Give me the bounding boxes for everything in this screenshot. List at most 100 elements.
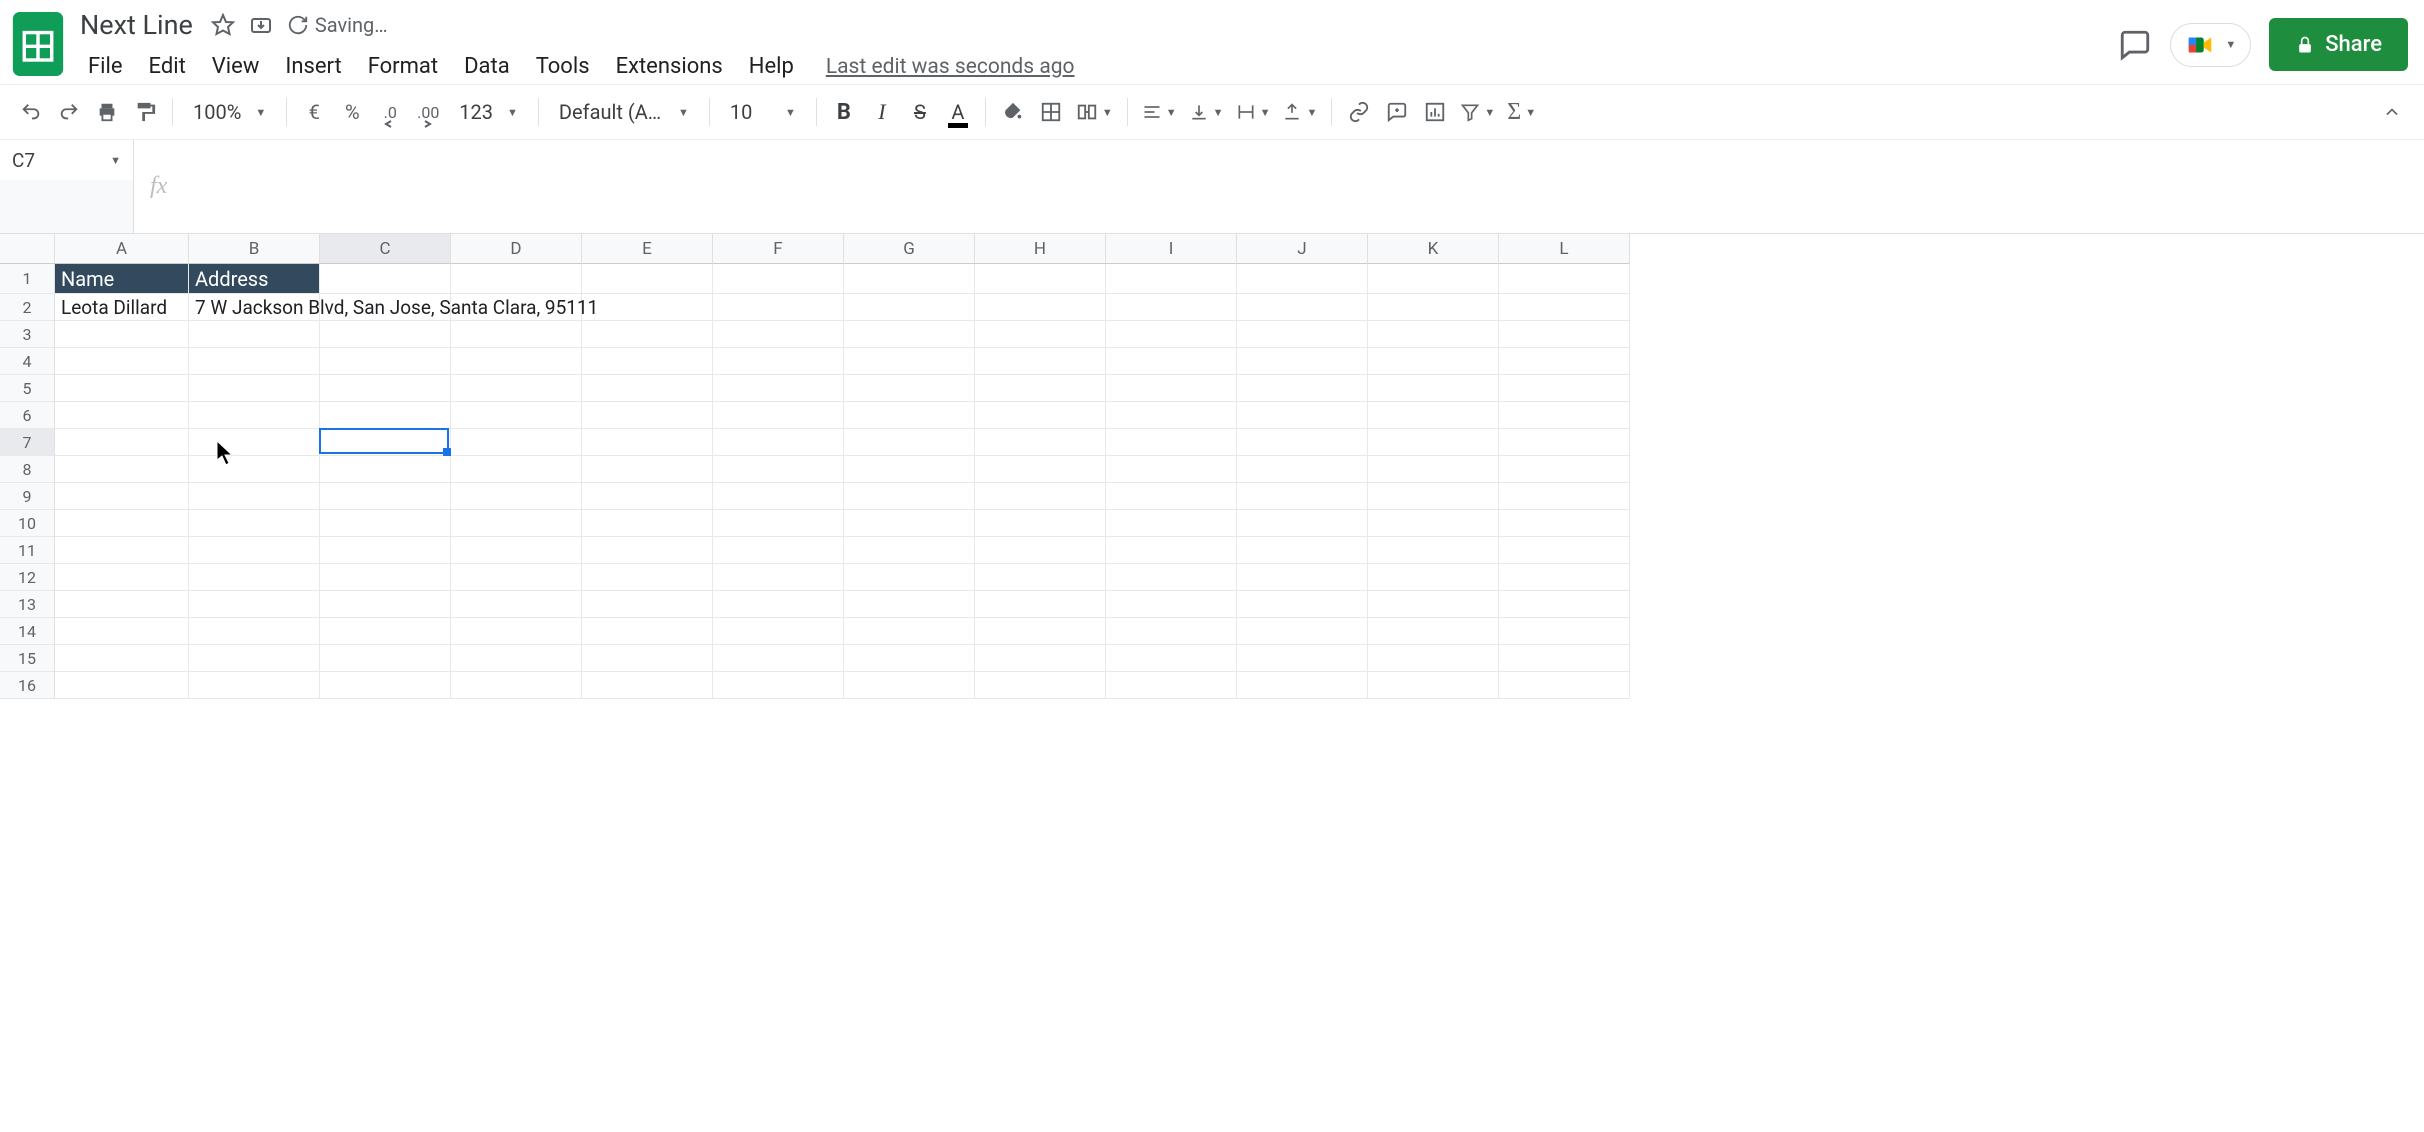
cell-G3[interactable] — [844, 321, 975, 348]
row-head-6[interactable]: 6 — [0, 402, 55, 429]
insert-link-button[interactable] — [1342, 94, 1376, 130]
cell-E15[interactable] — [582, 645, 713, 672]
cell-E6[interactable] — [582, 402, 713, 429]
decrease-decimal-button[interactable]: .0 — [373, 94, 407, 130]
cell-B10[interactable] — [189, 510, 320, 537]
menu-edit[interactable]: Edit — [137, 48, 198, 85]
cell-G10[interactable] — [844, 510, 975, 537]
cell-E3[interactable] — [582, 321, 713, 348]
cell-L10[interactable] — [1499, 510, 1630, 537]
cell-E9[interactable] — [582, 483, 713, 510]
cell-G16[interactable] — [844, 672, 975, 699]
cell-C12[interactable] — [320, 564, 451, 591]
currency-button[interactable]: € — [297, 94, 331, 130]
cell-E12[interactable] — [582, 564, 713, 591]
cell-G7[interactable] — [844, 429, 975, 456]
cell-I1[interactable] — [1106, 264, 1237, 294]
cell-A14[interactable] — [55, 618, 189, 645]
cell-H11[interactable] — [975, 537, 1106, 564]
cell-I5[interactable] — [1106, 375, 1237, 402]
cell-D4[interactable] — [451, 348, 582, 375]
sheets-logo-icon[interactable] — [12, 12, 64, 76]
row-head-2[interactable]: 2 — [0, 294, 55, 321]
cell-L12[interactable] — [1499, 564, 1630, 591]
cell-A8[interactable] — [55, 456, 189, 483]
cell-J3[interactable] — [1237, 321, 1368, 348]
cell-D6[interactable] — [451, 402, 582, 429]
cell-K14[interactable] — [1368, 618, 1499, 645]
cell-C5[interactable] — [320, 375, 451, 402]
cell-E4[interactable] — [582, 348, 713, 375]
menu-view[interactable]: View — [200, 48, 272, 85]
cell-L5[interactable] — [1499, 375, 1630, 402]
cell-C16[interactable] — [320, 672, 451, 699]
cell-J10[interactable] — [1237, 510, 1368, 537]
row-head-5[interactable]: 5 — [0, 375, 55, 402]
cell-E13[interactable] — [582, 591, 713, 618]
cell-C6[interactable] — [320, 402, 451, 429]
cell-F1[interactable] — [713, 264, 844, 294]
cell-G4[interactable] — [844, 348, 975, 375]
cell-L15[interactable] — [1499, 645, 1630, 672]
cell-L16[interactable] — [1499, 672, 1630, 699]
cells-container[interactable]: NameAddressLeota Dillard7 W Jackson Blvd… — [55, 264, 2424, 699]
cell-I8[interactable] — [1106, 456, 1237, 483]
cell-C15[interactable] — [320, 645, 451, 672]
cell-K6[interactable] — [1368, 402, 1499, 429]
cell-C11[interactable] — [320, 537, 451, 564]
cell-D12[interactable] — [451, 564, 582, 591]
cell-F6[interactable] — [713, 402, 844, 429]
cell-B8[interactable] — [189, 456, 320, 483]
select-all-corner[interactable] — [0, 234, 55, 264]
col-head-I[interactable]: I — [1106, 234, 1237, 264]
row-head-10[interactable]: 10 — [0, 510, 55, 537]
share-button[interactable]: Share — [2269, 18, 2408, 71]
cell-A4[interactable] — [55, 348, 189, 375]
cell-C10[interactable] — [320, 510, 451, 537]
move-to-folder-icon[interactable] — [249, 13, 273, 37]
cell-C8[interactable] — [320, 456, 451, 483]
cell-H7[interactable] — [975, 429, 1106, 456]
cell-C2[interactable] — [320, 294, 451, 321]
row-head-13[interactable]: 13 — [0, 591, 55, 618]
cell-K9[interactable] — [1368, 483, 1499, 510]
cell-J6[interactable] — [1237, 402, 1368, 429]
cell-G2[interactable] — [844, 294, 975, 321]
cell-A9[interactable] — [55, 483, 189, 510]
increase-decimal-button[interactable]: .00 — [411, 94, 445, 130]
cell-C1[interactable] — [320, 264, 451, 294]
text-color-button[interactable]: A — [941, 94, 975, 130]
cell-J13[interactable] — [1237, 591, 1368, 618]
collapse-toolbar-button[interactable] — [2374, 102, 2410, 122]
cell-E7[interactable] — [582, 429, 713, 456]
cell-K4[interactable] — [1368, 348, 1499, 375]
cell-F14[interactable] — [713, 618, 844, 645]
number-format-combo[interactable]: 123 ▼ — [449, 100, 528, 124]
col-head-B[interactable]: B — [189, 234, 320, 264]
h-align-button[interactable]: ▼ — [1138, 94, 1181, 130]
cell-D2[interactable] — [451, 294, 582, 321]
cell-F5[interactable] — [713, 375, 844, 402]
col-head-K[interactable]: K — [1368, 234, 1499, 264]
menu-tools[interactable]: Tools — [524, 48, 602, 85]
cell-H8[interactable] — [975, 456, 1106, 483]
cell-H12[interactable] — [975, 564, 1106, 591]
cell-H3[interactable] — [975, 321, 1106, 348]
cell-B14[interactable] — [189, 618, 320, 645]
cell-F9[interactable] — [713, 483, 844, 510]
menu-insert[interactable]: Insert — [273, 48, 353, 85]
cell-J15[interactable] — [1237, 645, 1368, 672]
cell-A3[interactable] — [55, 321, 189, 348]
cell-L11[interactable] — [1499, 537, 1630, 564]
cell-B11[interactable] — [189, 537, 320, 564]
cell-H16[interactable] — [975, 672, 1106, 699]
cell-I2[interactable] — [1106, 294, 1237, 321]
cell-I9[interactable] — [1106, 483, 1237, 510]
star-icon[interactable] — [211, 13, 235, 37]
menu-data[interactable]: Data — [452, 48, 522, 85]
cell-K2[interactable] — [1368, 294, 1499, 321]
cell-B13[interactable] — [189, 591, 320, 618]
cell-J4[interactable] — [1237, 348, 1368, 375]
cell-G11[interactable] — [844, 537, 975, 564]
row-head-12[interactable]: 12 — [0, 564, 55, 591]
